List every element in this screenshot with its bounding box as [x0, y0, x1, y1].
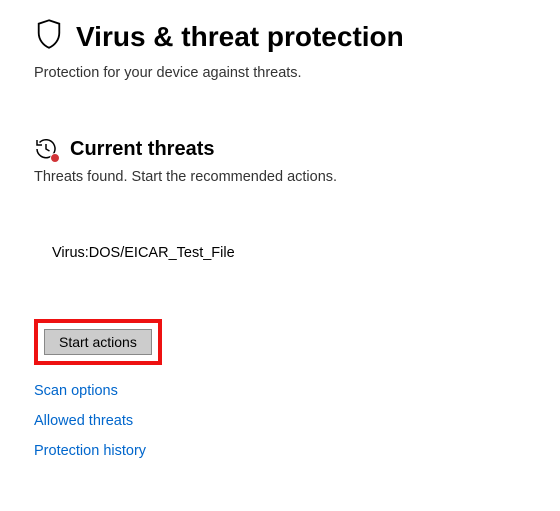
page-subtitle: Protection for your device against threa… — [34, 65, 560, 81]
page-header: Virus & threat protection — [34, 18, 560, 55]
threat-item: Virus:DOS/EICAR_Test_File — [52, 245, 560, 261]
highlight-annotation: Start actions — [34, 319, 162, 365]
allowed-threats-link[interactable]: Allowed threats — [34, 413, 133, 429]
page-title: Virus & threat protection — [76, 21, 404, 53]
current-threats-section: Current threats Threats found. Start the… — [34, 137, 560, 459]
protection-history-link[interactable]: Protection history — [34, 443, 146, 459]
scan-options-link[interactable]: Scan options — [34, 383, 118, 399]
history-alert-icon — [34, 137, 58, 161]
links-group: Scan options Allowed threats Protection … — [34, 383, 560, 459]
section-title: Current threats — [70, 138, 214, 161]
actions-area: Start actions — [34, 319, 560, 365]
section-subtitle: Threats found. Start the recommended act… — [34, 169, 560, 185]
start-actions-button[interactable]: Start actions — [44, 329, 152, 355]
section-header: Current threats — [34, 137, 560, 161]
shield-icon — [34, 18, 64, 55]
